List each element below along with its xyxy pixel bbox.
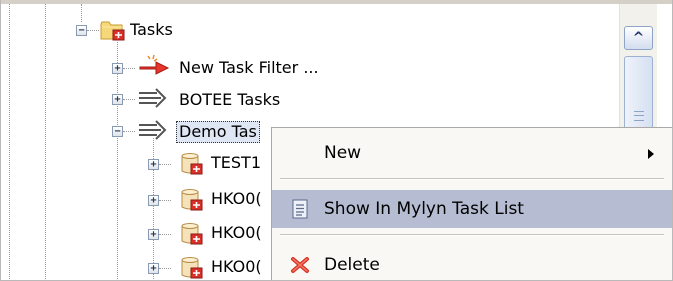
expand-toggle[interactable]: + [148,263,159,274]
menu-item-label: Delete [324,255,380,275]
tree-guide-line [45,4,46,280]
tree-connector [159,234,171,235]
expand-toggle[interactable]: + [112,63,123,74]
tree-node-task[interactable]: HKO0( [211,189,262,209]
menu-item-label: Show In Mylyn Task List [324,199,524,219]
expand-toggle[interactable]: + [112,94,123,105]
tree-connector [87,30,99,31]
tree-connector [159,268,171,269]
menu-separator [280,234,664,236]
tree-node-new-task-filter[interactable]: New Task Filter ... [179,58,319,78]
task-query-icon [139,88,167,108]
tree-node-task[interactable]: HKO0( [211,257,262,277]
task-repository-icon [181,223,203,245]
tree-connector [123,68,135,69]
tree-node-tasks[interactable]: Tasks [130,20,173,40]
submenu-arrow-icon [648,149,654,159]
tree-guide-line [9,4,10,280]
new-filter-arrow-icon [139,54,170,75]
tree-node-task[interactable]: TEST1 [211,153,261,173]
task-repository-icon [181,153,203,175]
task-list-icon [292,199,308,219]
task-repository-icon [181,189,203,211]
menu-separator [280,178,664,180]
task-query-icon [139,120,167,140]
context-menu: New Show In Mylyn Task List Delete [271,127,672,280]
tree-connector [159,200,171,201]
tree-node-botee-tasks[interactable]: BOTEE Tasks [179,90,280,110]
expand-toggle[interactable]: + [148,229,159,240]
collapse-toggle[interactable]: − [112,126,123,137]
task-repository-icon [181,257,203,279]
expand-toggle[interactable]: + [148,159,159,170]
menu-item-show-in-mylyn-task-list[interactable]: Show In Mylyn Task List [272,190,672,228]
collapse-toggle[interactable]: − [76,25,87,36]
menu-item-label: New [324,143,362,163]
task-tree-view: − Tasks + New Task Filter ... + BOTEE Ta… [0,0,673,281]
tree-node-demo-tasks[interactable]: Demo Tas [176,121,260,143]
tree-connector [123,131,135,132]
tree-guide-line [117,38,118,280]
expand-toggle[interactable]: + [148,195,159,206]
chevron-up-icon: ^ [632,30,645,46]
task-folder-icon [100,21,125,41]
tree-connector [159,164,171,165]
delete-x-icon [291,257,309,273]
menu-item-delete[interactable]: Delete [272,246,672,280]
tree-guide-line [81,4,82,22]
tree-node-task[interactable]: HKO0( [211,223,262,243]
grip-icon [634,111,644,121]
tree-connector [123,99,135,100]
scroll-up-button[interactable]: ^ [624,26,653,50]
menu-item-new[interactable]: New [272,134,672,172]
